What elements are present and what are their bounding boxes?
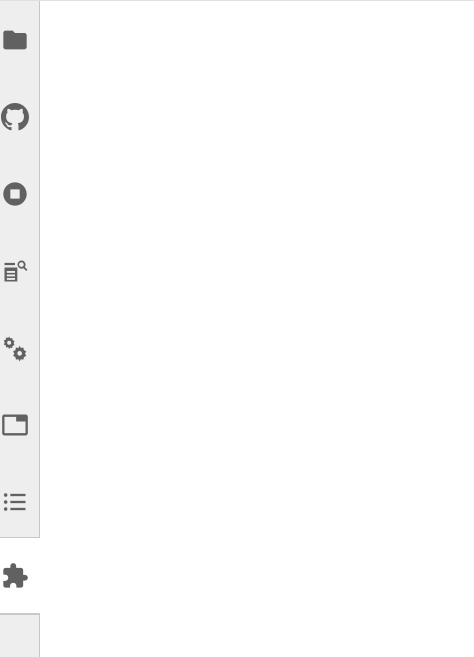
tab-running-sessions[interactable]	[0, 155, 40, 232]
tab-extension-manager[interactable]	[0, 537, 40, 614]
property-inspector-icon	[1, 257, 29, 285]
tab-git[interactable]	[0, 78, 40, 155]
tab-table-of-contents[interactable]	[0, 463, 40, 540]
gears-icon	[1, 334, 29, 362]
window-tab-icon	[1, 411, 29, 439]
tab-open-tabs[interactable]	[0, 386, 40, 463]
list-icon	[1, 488, 29, 516]
puzzle-extension-icon	[1, 562, 29, 590]
github-icon	[0, 102, 29, 131]
sidebar-filler	[0, 614, 40, 657]
stop-circle-icon	[1, 180, 29, 208]
folder-icon	[1, 26, 29, 54]
lab-window	[0, 0, 474, 657]
tab-file-browser[interactable]	[0, 1, 40, 78]
tab-settings[interactable]	[0, 309, 40, 386]
left-sidebar	[0, 1, 40, 657]
main-panel	[40, 1, 474, 657]
tab-property-inspector[interactable]	[0, 232, 40, 309]
